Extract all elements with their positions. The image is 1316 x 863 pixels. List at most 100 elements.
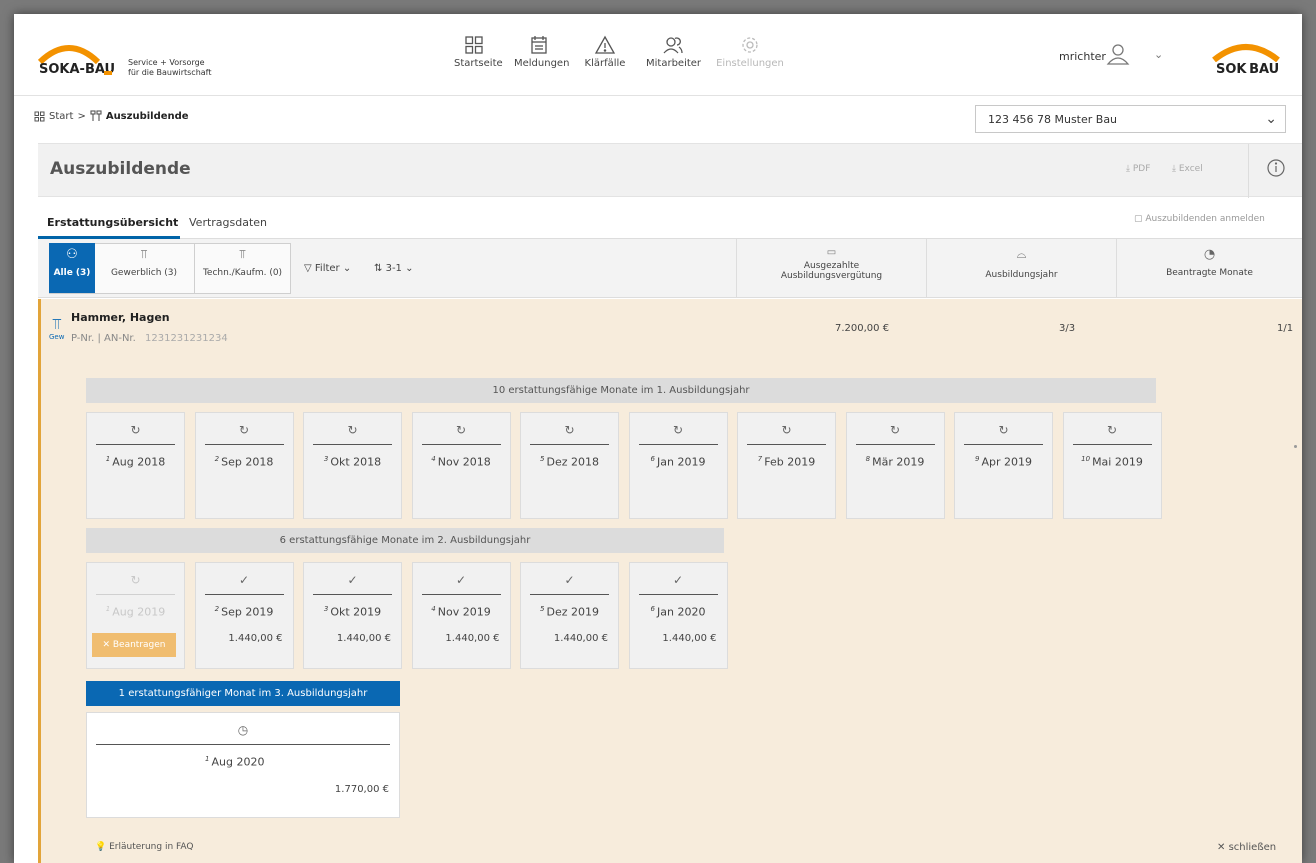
info-icon[interactable]: [1266, 158, 1286, 178]
tab-erstattungsuebersicht[interactable]: Erstattungsübersicht: [47, 216, 178, 229]
beantragen-button[interactable]: ✕ Beantragen: [92, 633, 176, 657]
month-card[interactable]: ↻ 1 Aug 2019 ✕ Beantragen: [86, 562, 185, 669]
month-card[interactable]: ✓ 3 Okt 2019 1.440,00 €: [303, 562, 402, 669]
training-year-header: 10 erstattungsfähige Monate im 1. Ausbil…: [86, 378, 1156, 403]
month-card[interactable]: ✓ 2 Sep 2019 1.440,00 €: [194, 562, 294, 669]
faq-link[interactable]: 💡 Erläuterung in FAQ: [95, 842, 193, 852]
month-card[interactable]: ↻ 7 Feb 2019: [737, 412, 836, 519]
month-card[interactable]: ✓ 4 Nov 2019 1.440,00 €: [411, 562, 511, 669]
nav-label: Mitarbeiter: [646, 58, 702, 69]
month-index: 2: [214, 455, 220, 463]
close-icon: ✕: [1217, 842, 1226, 853]
company-select[interactable]: 123 456 78 Muster Bau ⌄: [975, 105, 1286, 133]
month-name: Jan 2019: [657, 455, 706, 469]
faq-label: Erläuterung in FAQ: [109, 842, 194, 852]
tools-icon: [90, 110, 102, 121]
month-index: 5: [540, 605, 545, 613]
an-label: AN-Nr.: [104, 333, 136, 344]
breadcrumb-start-link[interactable]: Start: [49, 111, 73, 122]
nav-einstellungen[interactable]: Einstellungen: [715, 34, 785, 69]
month-index: 3: [323, 605, 329, 613]
month-card[interactable]: ◷ 1 Aug 2020 1.770,00 €: [86, 712, 400, 818]
col-year-label: Ausbildungsjahr: [985, 270, 1058, 280]
month-index: 8: [865, 455, 871, 463]
filter-gewerblich-button[interactable]: ⫪ Gewerblich (3): [98, 243, 190, 293]
month-index: 1: [205, 755, 210, 763]
month-label: 3 Okt 2019: [304, 605, 401, 619]
user-name[interactable]: mrichter: [1059, 50, 1106, 63]
divider: [313, 444, 392, 445]
nav-startseite[interactable]: Startseite: [454, 34, 503, 69]
month-card[interactable]: ↻ 8 Mär 2019: [845, 412, 945, 519]
month-index: 1: [105, 605, 111, 613]
month-amount: 1.440,00 €: [228, 633, 283, 644]
divider: [96, 744, 390, 745]
month-index: 6: [650, 605, 655, 613]
month-card[interactable]: ↻ 6 Jan 2019: [628, 412, 728, 519]
divider: [96, 594, 175, 595]
clock-icon: ◷: [237, 723, 249, 737]
users-icon: ⚇: [66, 247, 78, 262]
month-card[interactable]: ✓ 5 Dez 2019 1.440,00 €: [520, 562, 619, 669]
beantragen-label: Beantragen: [112, 640, 166, 650]
graduation-cap-icon: ⌓: [1016, 247, 1027, 261]
month-index: 6: [650, 455, 655, 463]
nav-klaerfaelle[interactable]: Klärfälle: [582, 34, 628, 69]
month-card[interactable]: ↻ 2 Sep 2018: [194, 412, 294, 519]
divider: [421, 444, 501, 445]
filter-all-label: Alle (3): [53, 268, 91, 278]
enroll-trainee-link[interactable]: ▢ Auszubildenden anmelden: [1134, 214, 1265, 224]
month-label: 2 Sep 2018: [196, 455, 293, 469]
month-label: 4 Nov 2018: [413, 455, 510, 469]
month-amount: 1.440,00 €: [553, 633, 608, 644]
grid-icon: [34, 111, 45, 121]
pdf-export-button[interactable]: ⤓ PDF: [1126, 164, 1150, 174]
month-index: 3: [323, 455, 329, 463]
nav-meldungen[interactable]: Meldungen: [514, 34, 569, 69]
trainee-type-label: Gew: [49, 333, 65, 341]
trainee-name[interactable]: Hammer, Hagen: [71, 311, 170, 324]
download-icon: ⤓: [1126, 164, 1130, 174]
soka-bau-logo[interactable]: SOKA-BAU Service + Vorsorge für die Bauw…: [34, 40, 224, 80]
close-details-button[interactable]: ✕ schließen: [1217, 842, 1276, 853]
month-label: 3 Okt 2018: [304, 455, 401, 469]
logo-arc-icon: [37, 45, 101, 64]
refresh-icon: ↻: [130, 423, 141, 437]
user-menu-chevron-icon[interactable]: ⌄: [1154, 48, 1163, 61]
column-header-months[interactable]: ◔ Beantragte Monate: [1116, 239, 1302, 298]
month-label: 6 Jan 2020: [630, 605, 727, 619]
user-icon[interactable]: [1106, 42, 1130, 66]
chevron-down-icon: ⌄: [1265, 111, 1277, 127]
month-card[interactable]: ↻ 3 Okt 2018: [303, 412, 402, 519]
divider: [530, 444, 609, 445]
sort-dropdown[interactable]: ⇅ 3-1 ⌄: [374, 263, 414, 274]
divider: [313, 594, 392, 595]
filter-dropdown[interactable]: ▽ Filter ⌄: [304, 263, 351, 274]
tab-vertragsdaten[interactable]: Vertragsdaten: [189, 216, 267, 229]
month-amount: 1.440,00 €: [336, 633, 391, 644]
col-paid-line-2: Ausbildungsvergütung: [780, 271, 883, 281]
month-card[interactable]: ✓ 6 Jan 2020 1.440,00 €: [628, 562, 728, 669]
filter-tech-button[interactable]: ⫪ Techn./Kaufm. (0): [194, 243, 290, 293]
lightbulb-icon: 💡: [95, 842, 107, 852]
trainee-requested-months: 1/1: [1277, 323, 1294, 334]
column-header-paid[interactable]: ▭ Ausgezahlte Ausbildungsvergütung: [736, 239, 926, 298]
column-header-year[interactable]: ⌓ Ausbildungsjahr: [926, 239, 1116, 298]
month-card[interactable]: ↻ 5 Dez 2018: [520, 412, 619, 519]
training-year-header: 6 erstattungsfähige Monate im 2. Ausbild…: [86, 528, 724, 553]
excel-export-button[interactable]: ⤓ Excel: [1172, 164, 1203, 174]
month-card[interactable]: ↻ 9 Apr 2019: [954, 412, 1053, 519]
trainee-type-badge: ⫪ Gew: [49, 315, 64, 341]
month-label: 5 Dez 2019: [521, 605, 618, 619]
nav-mitarbeiter[interactable]: Mitarbeiter: [646, 34, 702, 69]
month-index: 10: [1081, 455, 1091, 463]
filter-all-button[interactable]: ⚇ Alle (3): [49, 243, 95, 293]
month-label: 1 Aug 2018: [87, 455, 184, 469]
refresh-icon: ↻: [1106, 423, 1118, 437]
month-name: Dez 2018: [546, 455, 599, 469]
chevron-down-icon: ⌄: [405, 263, 414, 274]
logo-underline-icon: [104, 71, 112, 75]
month-card[interactable]: ↻ 4 Nov 2018: [411, 412, 511, 519]
month-card[interactable]: ↻ 1 Aug 2018: [86, 412, 185, 519]
month-card[interactable]: ↻ 10 Mai 2019: [1062, 412, 1162, 519]
